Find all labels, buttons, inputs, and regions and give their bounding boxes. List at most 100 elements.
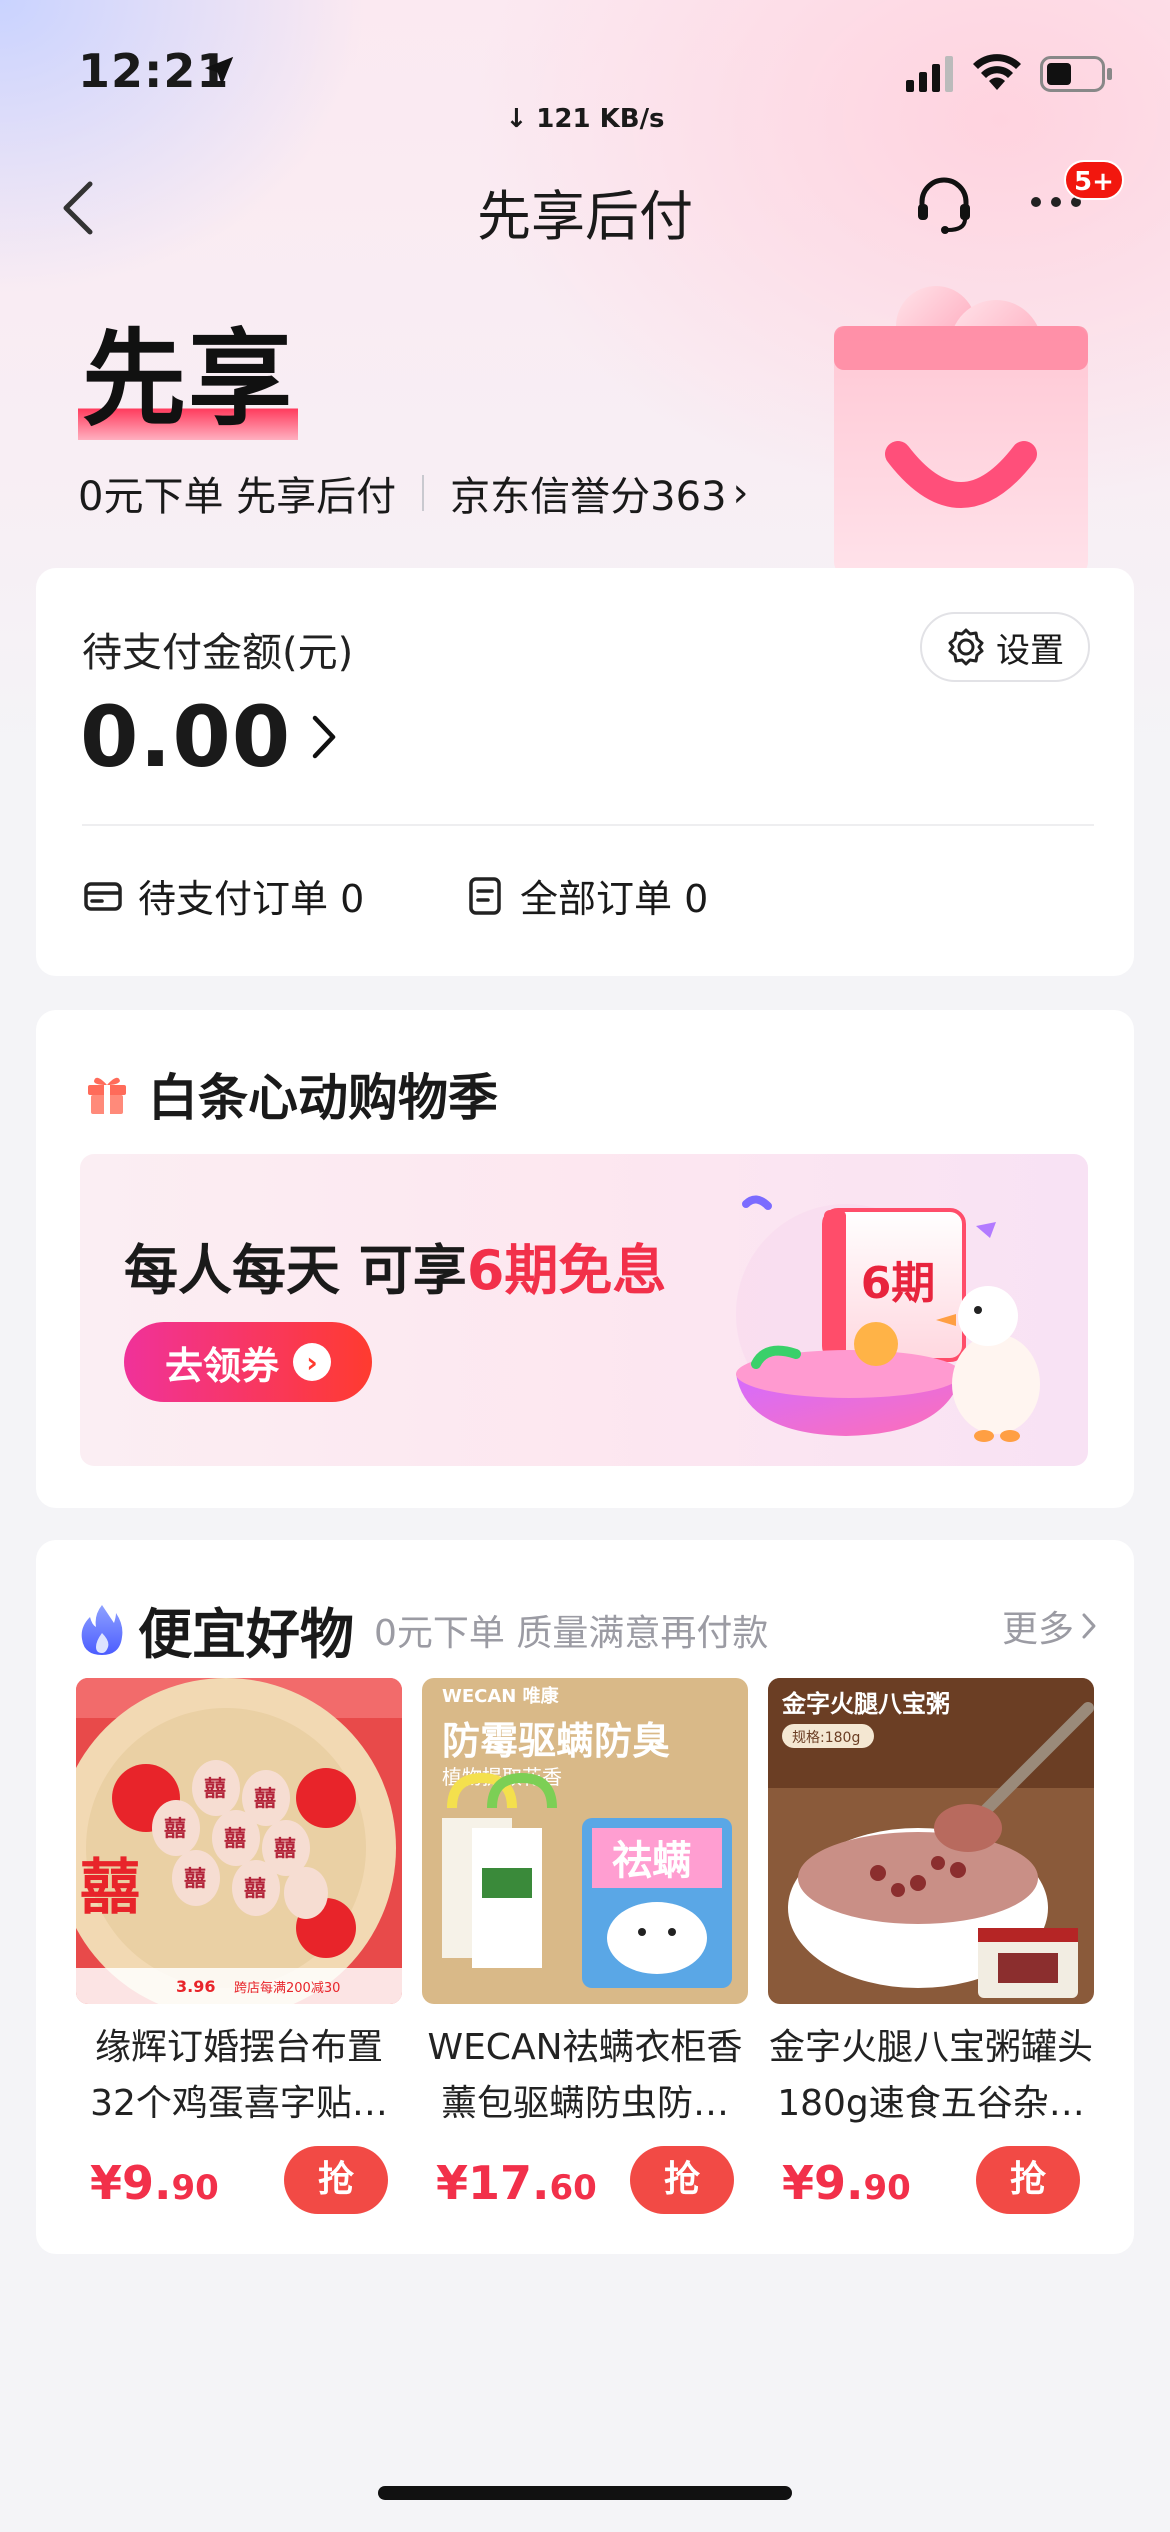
card-divider: [82, 824, 1094, 826]
settings-label: 设置: [996, 630, 1064, 671]
product-name: WECAN祛螨衣柜香 薰包驱螨防虫防…: [422, 2020, 748, 2132]
document-list-icon: [469, 876, 501, 915]
product-card[interactable]: WECAN 唯康 防霉驱螨防臭 植物提取花香 祛螨 WECAN祛螨衣柜香 薰包驱…: [422, 1678, 748, 2226]
promo-header: 白条心动购物季: [84, 1058, 498, 1130]
banner-headline: 每人每天 可享6期免息: [124, 1226, 666, 1305]
settings-button[interactable]: 设置: [920, 612, 1090, 682]
hero-title: 先享: [78, 318, 299, 440]
product-price: ¥9.90: [90, 2156, 219, 2210]
pending-amount-value: 0.00: [80, 688, 292, 786]
pending-orders-label: 待支付订单 0: [138, 877, 365, 921]
hero-divider: [422, 475, 425, 511]
home-indicator[interactable]: [378, 2486, 792, 2500]
banner-text-highlight: 6期免息: [466, 1239, 667, 1302]
goods-header: 便宜好物 0元下单 质量满意再付款: [80, 1590, 768, 1669]
product-image[interactable]: 金字火腿八宝粥 规格:180g: [768, 1678, 1094, 2004]
product-image-spec: 规格:180g: [792, 1730, 860, 1746]
product-image[interactable]: 囍 囍囍囍 囍囍囍囍 3.96 跨店每满200减30: [76, 1678, 402, 2004]
gift-icon: [88, 1077, 126, 1114]
product-image-promo: 跨店每满200减30: [234, 1980, 340, 1996]
price-decimal: 60: [549, 2168, 597, 2208]
cheap-goods-card: 便宜好物 0元下单 质量满意再付款 更多 囍 囍 囍 囍 囍 囍 囍 囍 3.9…: [36, 1540, 1134, 2254]
customer-service-headset-icon[interactable]: [912, 172, 976, 236]
nav-bar: 先享后付 5+: [0, 160, 1170, 250]
svg-text:囍: 囍: [244, 1876, 266, 1902]
price-integer: ¥17.: [436, 2156, 550, 2210]
svg-text:囍: 囍: [184, 1866, 206, 1892]
product-image-title: 防霉驱螨防臭: [442, 1719, 670, 1763]
pending-amount[interactable]: 0.00: [80, 688, 339, 786]
grab-button[interactable]: 抢: [284, 2146, 388, 2214]
get-coupon-button[interactable]: 去领券 ›: [124, 1322, 372, 1402]
coupon-button-label: 去领券: [164, 1343, 279, 1388]
banner-text-main: 每人每天 可享: [124, 1239, 467, 1302]
cellular-signal-icon: [906, 56, 953, 92]
price-row: ¥9.90 抢: [768, 2146, 1094, 2226]
product-name-line1: 金字火腿八宝粥罐头: [768, 2027, 1093, 2068]
product-name-line1: WECAN祛螨衣柜香: [427, 2027, 743, 2068]
product-image[interactable]: WECAN 唯康 防霉驱螨防臭 植物提取花香 祛螨: [422, 1678, 748, 2004]
shopping-bag-illustration: [834, 286, 1088, 576]
network-speed: ↓ 121 KB/s: [505, 104, 665, 134]
svg-text:囍: 囍: [204, 1776, 226, 1802]
wifi-icon: [973, 54, 1021, 90]
hero-tagline: 0元下单 先享后付: [78, 474, 397, 520]
battery-icon: [1040, 56, 1112, 92]
chevron-right-icon: [1082, 1613, 1096, 1639]
product-image-wardrobe-sachet: WECAN 唯康 防霉驱螨防臭 植物提取花香 祛螨: [422, 1678, 748, 2004]
chevron-right-icon: [313, 715, 336, 759]
svg-text:囍: 囍: [274, 1836, 296, 1862]
more-label: 更多: [1001, 1609, 1074, 1650]
product-image-wedding-eggs: 囍 囍囍囍 囍囍囍囍 3.96 跨店每满200减30: [76, 1678, 402, 2004]
price-row: ¥9.90 抢: [76, 2146, 402, 2226]
price-integer: ¥9.: [90, 2156, 172, 2210]
product-card[interactable]: 金字火腿八宝粥 规格:180g 金字火腿八宝粥罐头 180g速食五谷杂… ¥9.…: [768, 1678, 1094, 2226]
gear-icon: [948, 628, 984, 666]
fire-icon: [81, 1604, 123, 1655]
banner-art-label: 6期: [861, 1258, 936, 1309]
product-image-brand: WECAN 唯康: [442, 1685, 560, 1707]
credit-score-link[interactable]: 京东信誉分363: [450, 464, 726, 522]
svg-text:囍: 囍: [254, 1786, 276, 1812]
price-decimal: 90: [863, 2168, 911, 2208]
product-price: ¥9.90: [782, 2156, 911, 2210]
pending-payment-card: 待支付金额(元) 设置 0.00 待支付订单 0 全部订单 0: [36, 568, 1134, 976]
product-image-title: 金字火腿八宝粥: [781, 1689, 950, 1718]
promo-title: 白条心动购物季: [148, 1069, 498, 1127]
hero-subtitle: 0元下单 先享后付 京东信誉分363 ›: [78, 464, 749, 522]
all-orders-link[interactable]: 全部订单 0: [464, 868, 708, 923]
product-name-line2: 180g速食五谷杂…: [777, 2083, 1085, 2124]
all-orders-label: 全部订单 0: [520, 877, 709, 921]
product-name: 金字火腿八宝粥罐头 180g速食五谷杂…: [768, 2020, 1094, 2132]
message-count-badge: 5+: [1064, 160, 1124, 200]
chevron-right-icon: ›: [732, 470, 749, 516]
card-wallet-icon: [84, 881, 122, 911]
interest-free-banner[interactable]: 每人每天 可享6期免息 去领券 › 6期: [80, 1154, 1088, 1466]
product-price: ¥17.60: [436, 2156, 597, 2210]
svg-text:囍: 囍: [80, 1853, 140, 1923]
product-card[interactable]: 囍 囍囍囍 囍囍囍囍 3.96 跨店每满200减30 缘辉订婚摆台布置 32个鸡…: [76, 1678, 402, 2226]
pending-orders-link[interactable]: 待支付订单 0: [82, 868, 364, 923]
six-installments-illustration: 6期: [736, 1195, 1040, 1442]
product-name-line2: 薰包驱螨防虫防…: [440, 2083, 729, 2124]
product-name: 缘辉订婚摆台布置 32个鸡蛋喜字贴…: [76, 2020, 402, 2132]
grab-button[interactable]: 抢: [630, 2146, 734, 2214]
goods-title: 便宜好物: [138, 1603, 354, 1666]
svg-text:囍: 囍: [164, 1816, 186, 1842]
price-decimal: 90: [171, 2168, 219, 2208]
product-name-line1: 缘辉订婚摆台布置: [94, 2027, 383, 2068]
price-integer: ¥9.: [782, 2156, 864, 2210]
product-image-pack-label: 祛螨: [612, 1838, 692, 1884]
goods-subtitle: 0元下单 质量满意再付款: [374, 1612, 769, 1654]
grab-button[interactable]: 抢: [976, 2146, 1080, 2214]
promo-card: 白条心动购物季 每人每天 可享6期免息 去领券 › 6期: [36, 1010, 1134, 1508]
product-name-line2: 32个鸡蛋喜字贴…: [90, 2083, 388, 2124]
product-image-eight-treasure-porridge: 金字火腿八宝粥 规格:180g: [768, 1678, 1094, 2004]
more-goods-link[interactable]: 更多: [1002, 1600, 1098, 1652]
pending-amount-label: 待支付金额(元): [82, 630, 354, 676]
status-bar: 12:21 ↓ 121 KB/s: [0, 0, 1170, 140]
product-image-price: 3.96: [176, 1977, 215, 1996]
price-row: ¥17.60 抢: [422, 2146, 748, 2226]
page-title: 先享后付: [477, 185, 693, 248]
svg-text:囍: 囍: [224, 1826, 246, 1852]
